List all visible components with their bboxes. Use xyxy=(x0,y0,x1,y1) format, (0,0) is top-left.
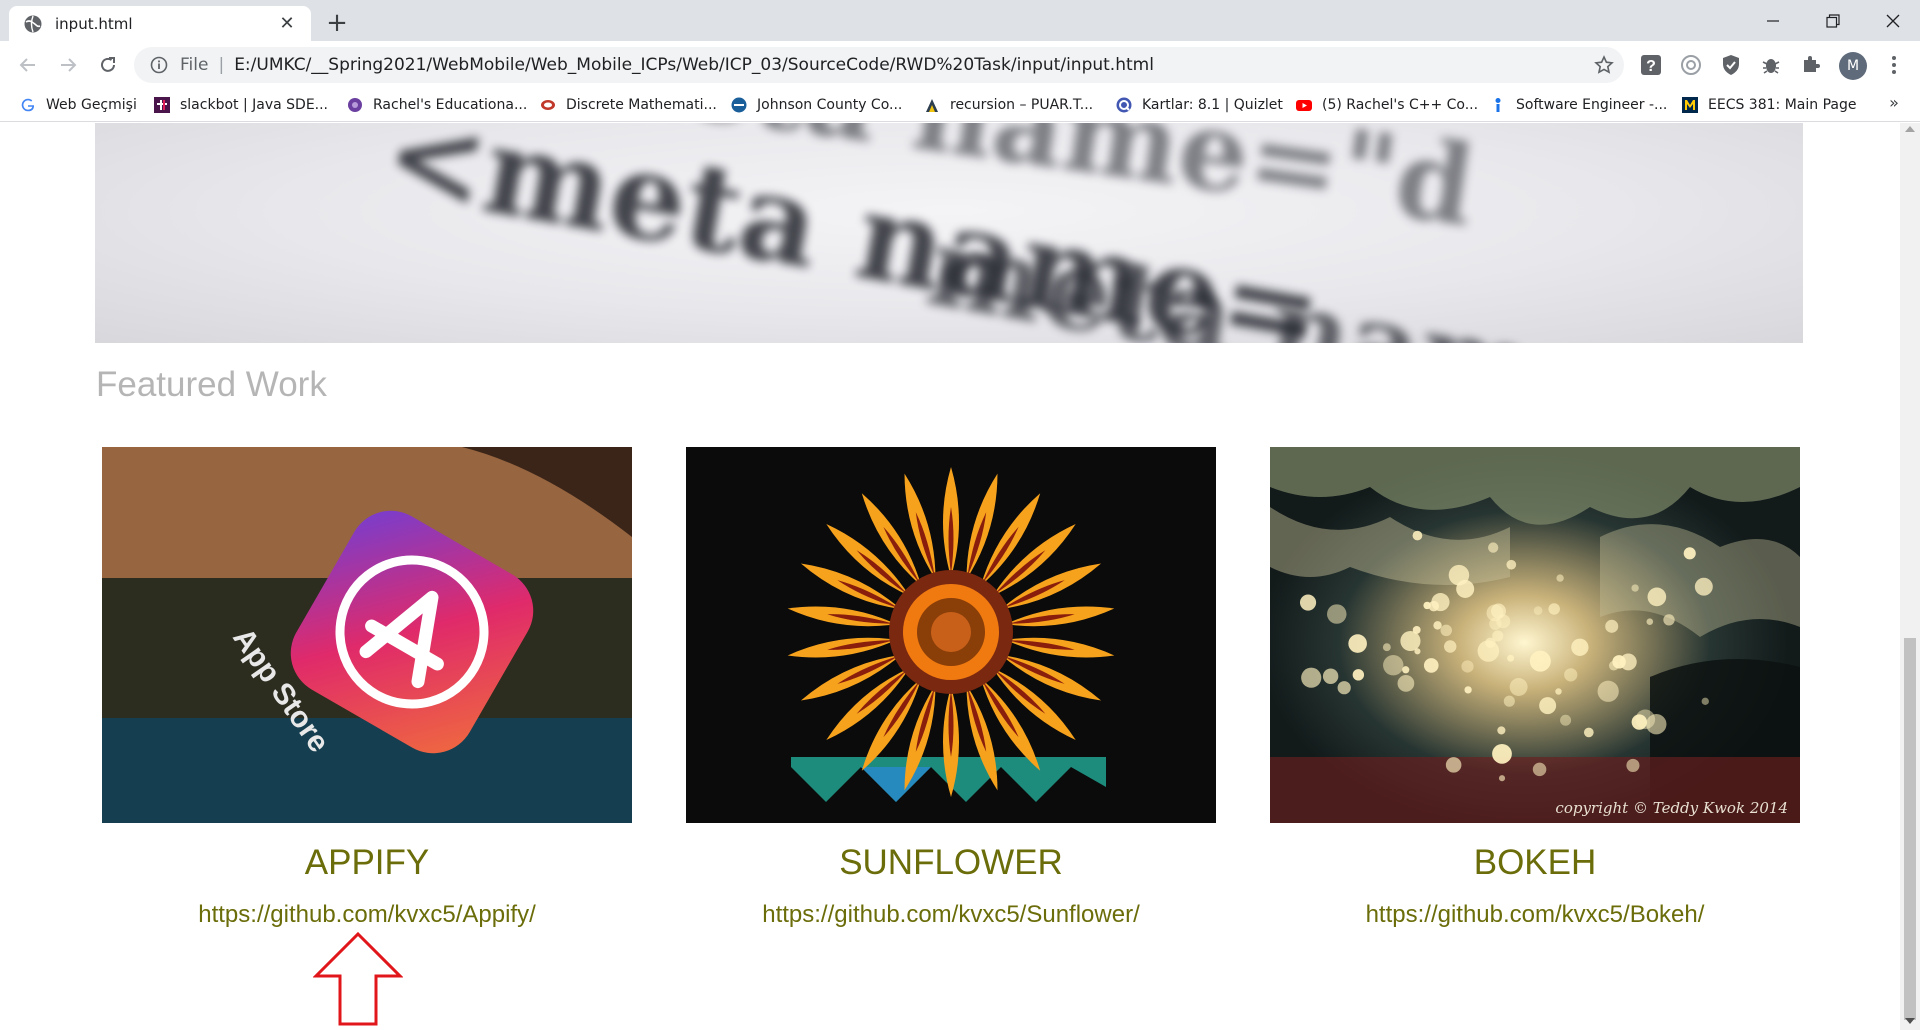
back-button[interactable] xyxy=(12,49,44,81)
bookmark-item[interactable]: Kartlar: 8.1 | Quizlet xyxy=(1116,93,1283,117)
new-tab-button[interactable]: + xyxy=(322,8,352,38)
bookmark-item[interactable]: Johnson County Co... xyxy=(731,93,902,117)
project-name: SUNFLOWER xyxy=(839,843,1063,882)
profile-avatar[interactable]: M xyxy=(1839,52,1867,80)
bookmarks-bar: Web Geçmişi slackbot | Java SDE... Rache… xyxy=(0,88,1920,122)
umich-icon xyxy=(1682,97,1698,113)
bookmark-item[interactable]: Web Geçmişi xyxy=(20,93,137,117)
scroll-up-icon[interactable] xyxy=(1905,126,1915,132)
bookmark-star-icon[interactable] xyxy=(1584,47,1624,83)
tab-strip: input.html ✕ + xyxy=(0,0,1920,41)
help-extension-icon[interactable]: ? xyxy=(1637,51,1665,79)
extension-circle-icon[interactable] xyxy=(1677,51,1705,79)
bookmark-label: Discrete Mathemati... xyxy=(566,97,717,113)
back-arrow-icon xyxy=(19,58,35,72)
project-name: APPIFY xyxy=(304,843,430,882)
bookmark-item[interactable]: recursion – PUAR.T... xyxy=(924,93,1093,117)
jccc-icon xyxy=(731,97,747,113)
address-bar[interactable]: File | E:/UMKC/__Spring2021/WebMobile/We… xyxy=(134,47,1624,83)
bokeh-image: copyright © Teddy Kwok 2014 xyxy=(1270,447,1800,823)
bug-extension-icon[interactable] xyxy=(1757,51,1785,79)
url-scheme: File xyxy=(180,55,209,75)
reload-icon xyxy=(101,57,115,72)
bookmark-label: Web Geçmişi xyxy=(46,97,137,113)
bookmark-item[interactable]: EECS 381: Main Page xyxy=(1682,93,1856,117)
youtube-icon xyxy=(1296,100,1312,111)
project-name: BOKEH xyxy=(1473,843,1597,882)
project-link[interactable]: https://github.com/kvxc5/Sunflower/ xyxy=(686,901,1216,929)
url-separator: | xyxy=(218,55,225,75)
bookmark-label: Johnson County Co... xyxy=(757,97,903,113)
project-link[interactable]: https://github.com/kvxc5/Appify/ xyxy=(102,901,632,929)
project-card-bokeh: copyright © Teddy Kwok 2014 BOKEH https:… xyxy=(1270,447,1800,928)
quizlet-icon xyxy=(1116,97,1132,113)
more-bookmarks-icon[interactable]: » xyxy=(1882,93,1906,117)
project-card-appify: App Store APPIFY https://github.com/kvxc… xyxy=(102,447,632,928)
close-window-button[interactable] xyxy=(1863,0,1920,41)
info-icon[interactable] xyxy=(150,56,168,74)
sunflower-image xyxy=(686,447,1216,823)
restore-button[interactable] xyxy=(1803,0,1863,41)
appify-image: App Store xyxy=(102,447,632,823)
bookmark-label: Software Engineer -... xyxy=(1516,97,1668,113)
minimize-button[interactable] xyxy=(1743,0,1803,41)
bookmark-item[interactable]: Software Engineer -... xyxy=(1490,93,1667,117)
google-icon xyxy=(21,98,35,112)
bookmark-label: Rachel's Educationa... xyxy=(373,97,528,113)
photo-watermark: copyright © Teddy Kwok 2014 xyxy=(1555,799,1788,817)
forward-arrow-icon xyxy=(61,58,77,72)
reload-button[interactable] xyxy=(92,49,124,81)
close-tab-icon[interactable]: ✕ xyxy=(275,13,299,34)
scrollbar-thumb[interactable] xyxy=(1904,638,1916,1020)
bookmark-label: recursion – PUAR.T... xyxy=(950,97,1094,113)
tab-title: input.html xyxy=(55,14,133,33)
bookmark-label: EECS 381: Main Page xyxy=(1708,97,1857,113)
annotation-arrow-up-icon xyxy=(313,931,403,1026)
globe-icon xyxy=(24,15,42,32)
section-title: Featured Work xyxy=(96,365,327,404)
extensions-puzzle-icon[interactable] xyxy=(1797,51,1825,79)
browser-tab[interactable]: input.html ✕ xyxy=(9,6,311,41)
slack-icon xyxy=(154,97,170,113)
bookmark-label: (5) Rachel's C++ Co... xyxy=(1322,97,1479,113)
educational-icon xyxy=(348,98,362,112)
forward-button[interactable] xyxy=(52,49,84,81)
project-card-sunflower: SUNFLOWER https://github.com/kvxc5/Sunfl… xyxy=(686,447,1216,928)
software-engineer-icon xyxy=(1495,98,1501,112)
vertical-scrollbar[interactable] xyxy=(1900,123,1920,1030)
bookmark-item[interactable]: (5) Rachel's C++ Co... xyxy=(1296,93,1478,117)
bookmark-item[interactable]: slackbot | Java SDE... xyxy=(154,93,328,117)
restore-icon xyxy=(1826,13,1840,28)
browser-menu-icon[interactable] xyxy=(1880,51,1908,79)
shield-extension-icon[interactable] xyxy=(1717,51,1745,79)
page-viewport: <meta name="d <meta name= meta nam Featu… xyxy=(0,123,1900,1030)
discrete-math-icon xyxy=(541,100,555,110)
browser-toolbar: File | E:/UMKC/__Spring2021/WebMobile/We… xyxy=(0,41,1920,88)
bookmark-label: Kartlar: 8.1 | Quizlet xyxy=(1142,97,1283,113)
recursion-icon xyxy=(926,99,938,112)
bookmark-item[interactable]: Discrete Mathemati... xyxy=(540,93,717,117)
url-text[interactable]: E:/UMKC/__Spring2021/WebMobile/Web_Mobil… xyxy=(234,55,1584,75)
bookmark-label: slackbot | Java SDE... xyxy=(180,97,329,113)
bookmark-item[interactable]: Rachel's Educationa... xyxy=(347,93,527,117)
hero-banner-image: <meta name="d <meta name= meta nam xyxy=(95,123,1803,343)
project-link[interactable]: https://github.com/kvxc5/Bokeh/ xyxy=(1270,901,1800,929)
scroll-down-icon[interactable] xyxy=(1905,1018,1915,1024)
close-window-icon xyxy=(1886,14,1900,27)
minimize-icon xyxy=(1767,19,1779,22)
svg-text:?: ? xyxy=(1646,58,1656,75)
